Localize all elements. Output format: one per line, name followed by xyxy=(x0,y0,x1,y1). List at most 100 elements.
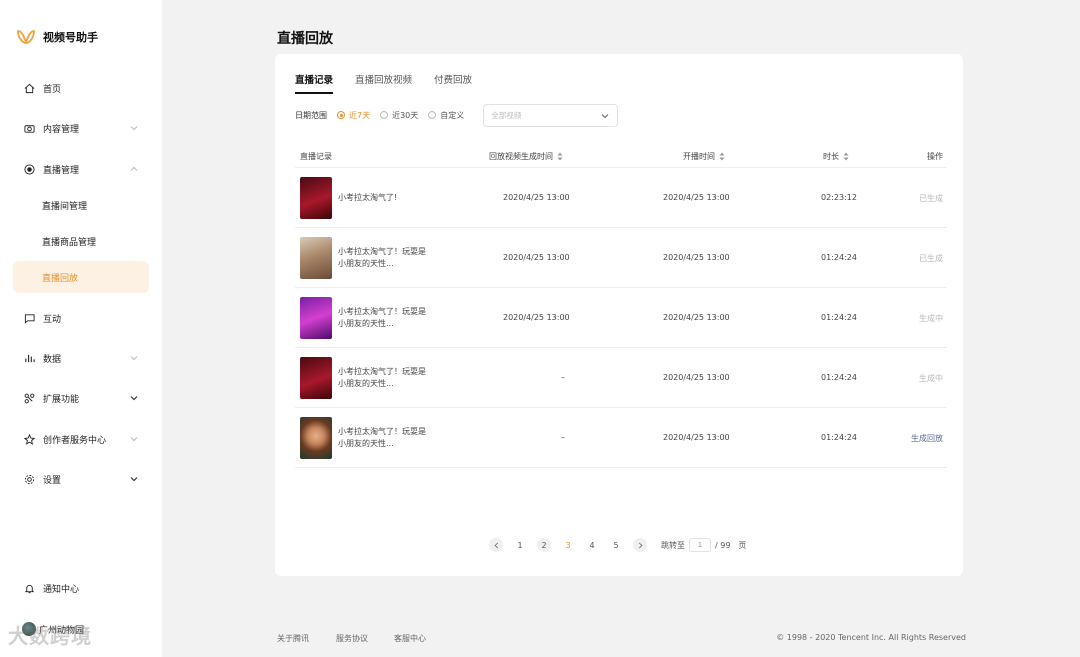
sidebar-item-live-replay[interactable]: 直播回放 xyxy=(13,261,149,293)
column-header[interactable]: 时长 xyxy=(823,151,849,162)
sort-icon xyxy=(843,152,849,161)
star-icon xyxy=(23,433,35,445)
chevron-right-icon xyxy=(638,542,642,548)
page-button[interactable]: 5 xyxy=(609,538,623,552)
live-icon xyxy=(23,163,35,175)
page-title: 直播回放 xyxy=(277,31,333,47)
sidebar-item-label: 首页 xyxy=(43,84,62,95)
video-thumbnail[interactable] xyxy=(300,357,332,399)
sidebar-item-notifications[interactable]: 通知中心 xyxy=(13,572,149,604)
total-pages: / 99 xyxy=(715,540,731,550)
status-text: 生成中 xyxy=(919,374,943,383)
page-button[interactable]: 1 xyxy=(513,538,527,552)
status-text: 生成中 xyxy=(919,314,943,323)
chevron-up-icon xyxy=(130,166,138,171)
start-time: 2020/4/25 13:00 xyxy=(663,373,730,382)
next-page-button[interactable] xyxy=(633,538,647,552)
start-time: 2020/4/25 13:00 xyxy=(663,313,730,322)
pagination: 1 2 3 4 5 跳转至 1 / 99 页 xyxy=(489,538,746,552)
gen-time: – xyxy=(561,373,565,382)
date-filter: 日期范围 近7天 近30天 自定义 全部视频 xyxy=(295,103,619,127)
table-row: 小考拉太淘气了！玩耍是小朋友的天性... – 2020/4/25 13:00 0… xyxy=(295,348,947,408)
sidebar-item-live[interactable]: 直播管理 xyxy=(13,153,149,185)
extension-icon xyxy=(23,392,35,404)
channels-logo-icon xyxy=(17,30,35,45)
column-header: 操作 xyxy=(927,151,943,162)
date-range-label: 日期范围 xyxy=(295,110,327,120)
duration: 01:24:24 xyxy=(821,313,857,322)
page-button-current[interactable]: 3 xyxy=(561,538,575,552)
table-row: 小考拉太淘气了！玩耍是小朋友的天性... – 2020/4/25 13:00 0… xyxy=(295,408,947,468)
radio-30-days[interactable]: 近30天 xyxy=(380,110,418,121)
chevron-down-icon xyxy=(130,356,138,361)
prev-page-button[interactable] xyxy=(489,538,503,552)
copyright: © 1998 - 2020 Tencent Inc. All Rights Re… xyxy=(776,633,966,642)
sidebar-item-label: 通知中心 xyxy=(43,584,80,595)
footer-link-terms[interactable]: 服务协议 xyxy=(336,633,368,644)
tab-replay-videos[interactable]: 直播回放视频 xyxy=(355,72,412,94)
video-thumbnail[interactable] xyxy=(300,417,332,459)
start-time: 2020/4/25 13:00 xyxy=(663,193,730,202)
tabs: 直播记录 直播回放视频 付费回放 xyxy=(295,72,472,94)
sidebar-item-label: 设置 xyxy=(43,475,62,486)
sidebar-item-label: 直播间管理 xyxy=(42,201,88,212)
chevron-down-icon xyxy=(130,437,138,442)
chevron-down-icon xyxy=(130,396,138,401)
sidebar-item-live-room[interactable]: 直播间管理 xyxy=(13,189,149,221)
sidebar-item-label: 直播商品管理 xyxy=(42,237,97,248)
generate-replay-link[interactable]: 生成回放 xyxy=(911,433,943,444)
sidebar-item-live-goods[interactable]: 直播商品管理 xyxy=(13,225,149,257)
header-label: 回放视频生成时间 xyxy=(489,152,553,161)
radio-7-days[interactable]: 近7天 xyxy=(337,110,370,121)
camera-icon xyxy=(23,122,35,134)
column-header: 直播记录 xyxy=(300,151,332,162)
sidebar-item-label: 直播管理 xyxy=(43,165,80,176)
page-jump-input[interactable]: 1 xyxy=(689,538,711,552)
video-thumbnail[interactable] xyxy=(300,237,332,279)
jump-label: 跳转至 xyxy=(661,540,685,550)
table-header: 直播记录 回放视频生成时间 开播时间 时长 操作 xyxy=(295,146,947,168)
sidebar-item-label: 直播回放 xyxy=(42,273,79,284)
radio-label: 近30天 xyxy=(392,110,419,120)
duration: 01:24:24 xyxy=(821,253,857,262)
tab-live-records[interactable]: 直播记录 xyxy=(295,72,334,94)
comment-icon xyxy=(23,312,35,324)
sidebar-item-data[interactable]: 数据 xyxy=(13,342,149,374)
video-thumbnail[interactable] xyxy=(300,177,332,219)
duration: 01:24:24 xyxy=(821,373,857,382)
live-title: 小考拉太淘气了！玩耍是小朋友的天性... xyxy=(338,367,426,388)
footer-link-about[interactable]: 关于腾讯 xyxy=(277,633,309,644)
column-header[interactable]: 开播时间 xyxy=(683,151,725,162)
sidebar-item-creator-center[interactable]: 创作者服务中心 xyxy=(13,423,149,455)
sidebar-item-label: 内容管理 xyxy=(43,124,80,135)
video-thumbnail[interactable] xyxy=(300,297,332,339)
sidebar-item-extension[interactable]: 扩展功能 xyxy=(13,382,149,414)
sidebar-item-content[interactable]: 内容管理 xyxy=(13,112,149,144)
column-header[interactable]: 回放视频生成时间 xyxy=(489,151,563,162)
sidebar-item-interaction[interactable]: 互动 xyxy=(13,302,149,334)
gen-time: 2020/4/25 13:00 xyxy=(503,253,570,262)
video-select[interactable]: 全部视频 xyxy=(483,103,619,127)
sidebar-item-home[interactable]: 首页 xyxy=(13,72,149,104)
live-title: 小考拉太淘气了! xyxy=(338,193,398,202)
header-label: 开播时间 xyxy=(683,152,715,161)
brand[interactable]: 视频号助手 xyxy=(16,28,98,46)
page-unit: 页 xyxy=(738,540,747,550)
sidebar-item-label: 数据 xyxy=(43,354,62,365)
sidebar-item-label: 互动 xyxy=(43,314,62,325)
sidebar-item-settings[interactable]: 设置 xyxy=(13,463,149,495)
select-placeholder: 全部视频 xyxy=(491,110,522,120)
app-name: 视频号助手 xyxy=(43,31,98,44)
chevron-down-icon xyxy=(601,113,609,118)
content-card: 直播记录 直播回放视频 付费回放 日期范围 近7天 近30天 自定义 全部视频 … xyxy=(275,54,963,576)
radio-dot xyxy=(337,111,345,119)
chevron-left-icon xyxy=(494,542,498,548)
live-title: 小考拉太淘气了！玩耍是小朋友的天性... xyxy=(338,247,426,268)
page-button[interactable]: 2 xyxy=(537,538,551,552)
tab-paid-replay[interactable]: 付费回放 xyxy=(434,72,472,94)
page-button[interactable]: 4 xyxy=(585,538,599,552)
status-text: 已生成 xyxy=(919,194,943,203)
table-row: 小考拉太淘气了！玩耍是小朋友的天性... 2020/4/25 13:00 202… xyxy=(295,228,947,288)
footer-link-support[interactable]: 客服中心 xyxy=(394,633,426,644)
radio-custom[interactable]: 自定义 xyxy=(428,110,464,121)
